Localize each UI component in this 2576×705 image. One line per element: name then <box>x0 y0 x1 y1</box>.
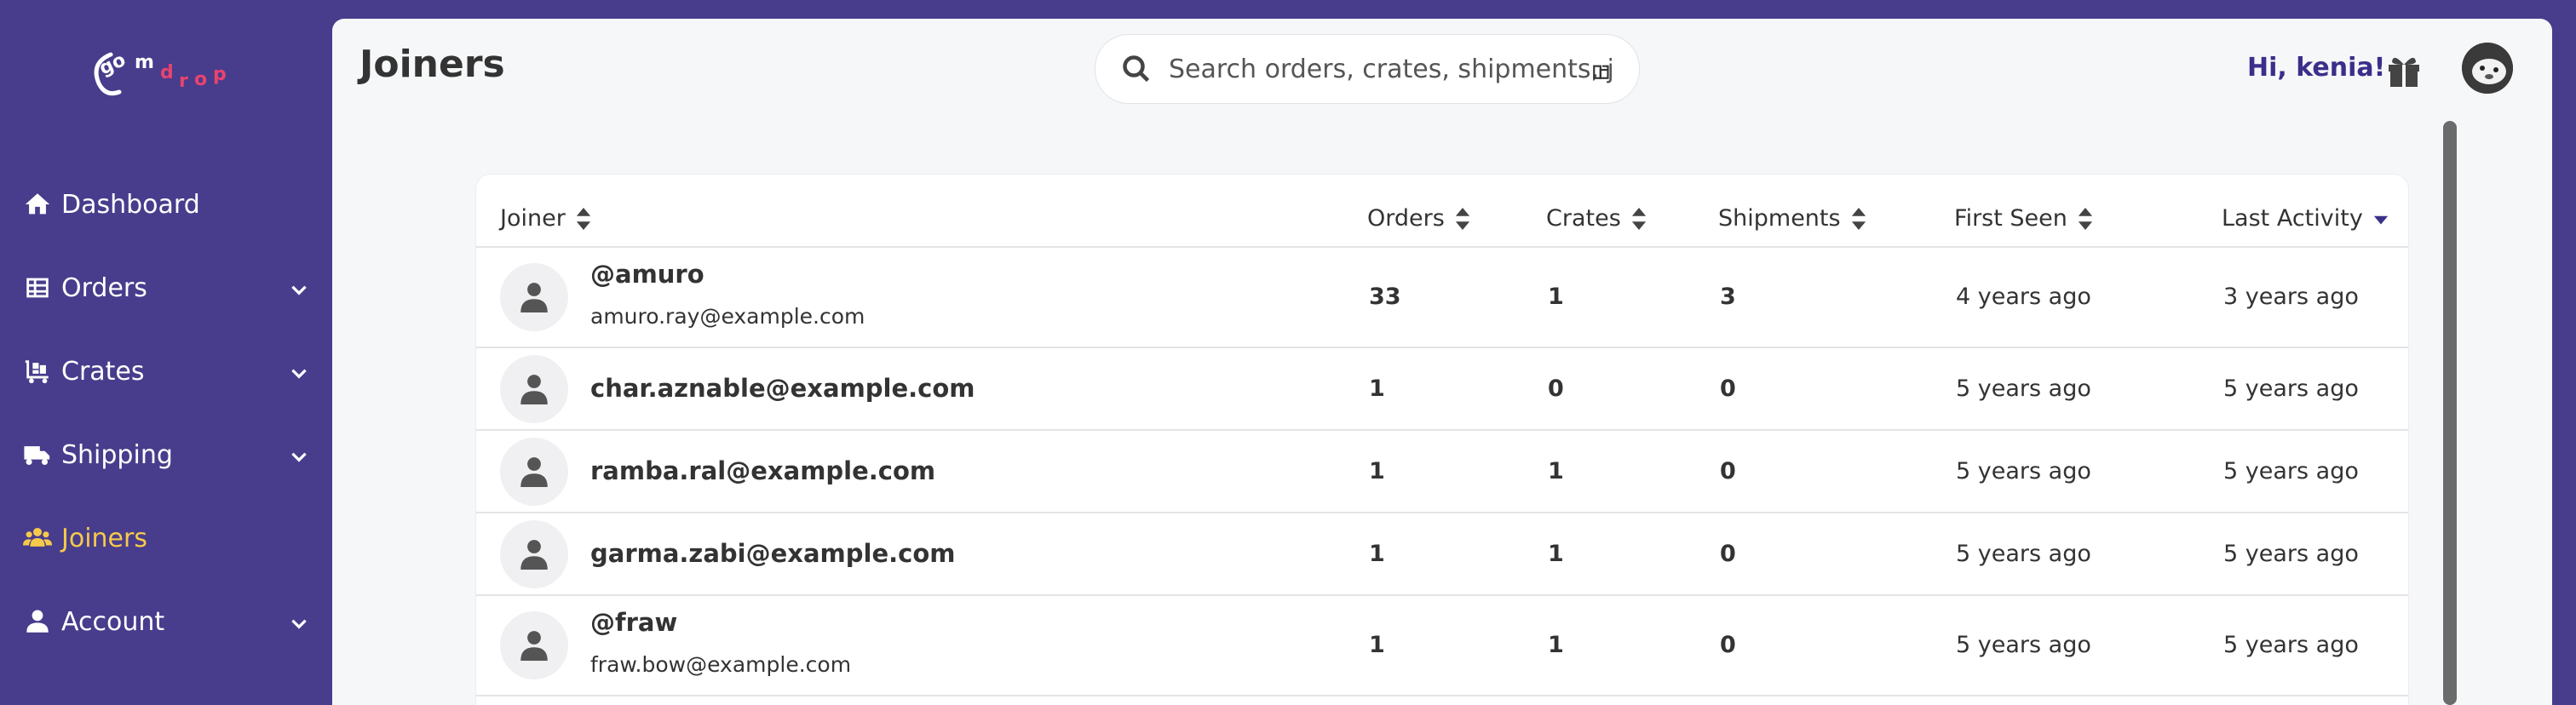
chevron-down-icon[interactable] <box>288 361 310 383</box>
home-icon <box>20 187 55 221</box>
table-row[interactable]: @amuro amuro.ray@example.com 33 1 3 4 ye… <box>476 248 2408 348</box>
column-header-shipments[interactable]: Shipments <box>1718 205 1866 232</box>
keyboard-shortcut-icon <box>1591 59 1613 81</box>
sidebar-item-label: Account <box>61 606 165 637</box>
joiner-email: fraw.bow@example.com <box>590 652 852 677</box>
user-avatar-icon <box>500 263 568 331</box>
sidebar-item-label: Dashboard <box>61 189 200 220</box>
svg-text:o: o <box>194 69 207 90</box>
orders-count: 1 <box>1369 632 1385 658</box>
table-row[interactable]: char.aznable@example.com 1 0 0 5 years a… <box>476 348 2408 431</box>
column-header-orders[interactable]: Orders <box>1367 205 1470 232</box>
last-activity: 5 years ago <box>2223 375 2359 402</box>
joiner-name[interactable]: ramba.ral@example.com <box>590 456 935 485</box>
user-avatar-icon <box>500 611 568 679</box>
user-avatar-icon <box>500 520 568 588</box>
sort-icon <box>1455 207 1470 230</box>
shipments-count: 0 <box>1720 375 1736 402</box>
orders-count: 33 <box>1369 284 1401 310</box>
user-icon <box>20 605 55 639</box>
search-bar[interactable] <box>1095 34 1640 104</box>
shipments-count: 0 <box>1720 541 1736 567</box>
truck-icon <box>20 438 55 472</box>
svg-text:m: m <box>135 52 154 73</box>
search-icon <box>1121 54 1152 84</box>
last-activity: 3 years ago <box>2223 284 2359 310</box>
column-header-joiner[interactable]: Joiner <box>500 205 591 232</box>
first-seen: 5 years ago <box>1956 375 2091 402</box>
sidebar: go m d r o p Dashboard Orders Crates Shi… <box>0 0 332 705</box>
column-header-first-seen[interactable]: First Seen <box>1954 205 2093 232</box>
crates-count: 1 <box>1548 284 1564 310</box>
sidebar-item-shipping[interactable]: Shipping <box>20 429 310 480</box>
table-row[interactable]: ramba.ral@example.com 1 1 0 5 years ago … <box>476 431 2408 513</box>
shipments-count: 0 <box>1720 458 1736 484</box>
orders-count: 1 <box>1369 458 1385 484</box>
user-avatar-icon <box>500 355 568 423</box>
grid-icon <box>20 271 55 305</box>
sidebar-item-orders[interactable]: Orders <box>20 262 310 313</box>
svg-text:go: go <box>96 49 129 80</box>
sort-icon <box>1631 207 1647 230</box>
last-activity: 5 years ago <box>2223 458 2359 484</box>
sort-icon <box>1851 207 1866 230</box>
column-header-last-activity[interactable]: Last Activity <box>2222 205 2389 232</box>
svg-text:d: d <box>160 62 174 83</box>
sort-icon <box>2078 207 2093 230</box>
crates-count: 1 <box>1548 458 1564 484</box>
joiners-table: Joiner Orders Crates Shipments First See… <box>475 174 2409 705</box>
joiner-email: amuro.ray@example.com <box>590 304 865 329</box>
joiner-name[interactable]: @amuro <box>590 260 704 289</box>
shipments-count: 0 <box>1720 632 1736 658</box>
orders-count: 1 <box>1369 375 1385 402</box>
sort-desc-icon <box>2373 208 2389 230</box>
chevron-down-icon[interactable] <box>288 444 310 467</box>
table-header: Joiner Orders Crates Shipments First See… <box>476 175 2408 248</box>
scrollbar[interactable] <box>2443 121 2457 705</box>
sidebar-item-joiners[interactable]: Joiners <box>20 513 310 564</box>
sidebar-item-account[interactable]: Account <box>20 596 310 647</box>
joiner-name[interactable]: @fraw <box>590 608 677 637</box>
sidebar-item-crates[interactable]: Crates <box>20 346 310 397</box>
avatar[interactable] <box>2462 43 2513 94</box>
column-header-crates[interactable]: Crates <box>1546 205 1647 232</box>
sort-icon <box>576 207 591 230</box>
main-panel: Joiners Hi, kenia! Joiner Or <box>332 19 2552 705</box>
sidebar-item-label: Orders <box>61 272 147 303</box>
sidebar-item-label: Joiners <box>61 523 147 553</box>
table-row[interactable]: garma.zabi@example.com 1 1 0 5 years ago… <box>476 513 2408 596</box>
last-activity: 5 years ago <box>2223 541 2359 567</box>
crates-count: 1 <box>1548 541 1564 567</box>
users-icon <box>20 521 55 555</box>
last-activity: 5 years ago <box>2223 632 2359 658</box>
chevron-down-icon[interactable] <box>288 611 310 633</box>
joiner-name[interactable]: char.aznable@example.com <box>590 374 975 403</box>
sidebar-item-label: Crates <box>61 356 145 387</box>
gift-icon[interactable] <box>2383 49 2424 90</box>
sidebar-item-dashboard[interactable]: Dashboard <box>20 179 310 230</box>
svg-text:p: p <box>213 64 227 85</box>
joiner-name[interactable]: garma.zabi@example.com <box>590 539 955 568</box>
sidebar-item-label: Shipping <box>61 439 173 470</box>
shipments-count: 3 <box>1720 284 1736 310</box>
gomdrop-logo[interactable]: go m d r o p <box>85 37 247 106</box>
user-greeting: Hi, kenia! <box>2247 53 2386 83</box>
first-seen: 4 years ago <box>1956 284 2091 310</box>
user-avatar-icon <box>500 438 568 506</box>
crates-count: 0 <box>1548 375 1564 402</box>
first-seen: 5 years ago <box>1956 541 2091 567</box>
chevron-down-icon[interactable] <box>288 278 310 300</box>
orders-count: 1 <box>1369 541 1385 567</box>
dolly-icon <box>20 354 55 388</box>
first-seen: 5 years ago <box>1956 458 2091 484</box>
table-row[interactable]: @fraw fraw.bow@example.com 1 1 0 5 years… <box>476 596 2408 696</box>
svg-text:r: r <box>179 71 188 92</box>
page-title: Joiners <box>359 43 505 86</box>
first-seen: 5 years ago <box>1956 632 2091 658</box>
crates-count: 1 <box>1548 632 1564 658</box>
search-input[interactable] <box>1169 54 1612 84</box>
